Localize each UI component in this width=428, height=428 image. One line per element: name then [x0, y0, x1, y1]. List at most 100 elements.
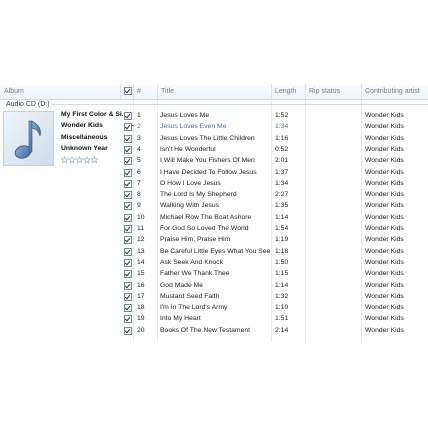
track-title: Jesus Loves Even Me [160, 123, 227, 131]
column-header-length[interactable]: Length [275, 88, 296, 95]
track-length: 1:37 [275, 168, 289, 176]
track-checkbox[interactable] [124, 270, 132, 279]
track-number: 16 [137, 281, 145, 289]
header-divider[interactable] [157, 84, 158, 99]
track-title: I Have Decided To Follow Jesus [160, 168, 257, 176]
track-artist: Wonder Kids [365, 236, 404, 244]
table-row[interactable]: 15 Father We Thank Thee 1:15 Wonder Kids [0, 268, 428, 279]
table-row[interactable]: 13 Be Careful Little Eyes What You See 1:1… [0, 246, 428, 257]
track-artist: Wonder Kids [365, 281, 404, 289]
track-checkbox[interactable] [124, 202, 132, 211]
track-checkbox[interactable] [124, 191, 132, 200]
table-row[interactable]: 14 Ask Seek And Knock 1:50 Wonder Kids [0, 257, 428, 268]
track-checkbox[interactable] [124, 168, 132, 177]
table-row[interactable]: 12 Praise Him, Praise Him 1:19 Wonder Kids [0, 234, 428, 245]
track-length: 1:16 [275, 134, 289, 142]
table-row[interactable]: 20 Books Of The New Testament 2:14 Wonder K… [0, 325, 428, 336]
group-header-audio-cd[interactable]: Audio CD (D:) [6, 101, 50, 108]
table-row[interactable]: 5 I Will Make You Fishers Of Men 2:01 Wonde… [0, 155, 428, 166]
track-artist: Wonder Kids [365, 145, 404, 153]
track-length: 1:14 [275, 281, 289, 289]
header-divider[interactable] [133, 84, 134, 99]
table-row[interactable]: 10 Michael Row The Boat Ashore 1:14 Wonder … [0, 212, 428, 223]
track-artist: Wonder Kids [365, 315, 404, 323]
track-length: 1:19 [275, 236, 289, 244]
column-header-number[interactable]: # [137, 88, 141, 95]
track-title: The Lord Is My Shepherd [160, 191, 237, 199]
table-row[interactable]: 17 Mustard Seed Faith 1:32 Wonder Kids [0, 291, 428, 302]
table-row[interactable]: 6 I Have Decided To Follow Jesus 1:37 Wonde… [0, 167, 428, 178]
track-title: Father We Thank Thee [160, 270, 230, 278]
track-title: Books Of The New Testament [160, 326, 251, 334]
table-row[interactable]: 11 For God So Loved The World 1:54 Wonder K… [0, 223, 428, 234]
track-number: 3 [137, 134, 141, 142]
track-artist: Wonder Kids [365, 213, 404, 221]
track-checkbox[interactable] [124, 315, 132, 324]
table-row[interactable]: 16 God Made Me 1:14 Wonder Kids [0, 280, 428, 291]
header-divider[interactable] [120, 84, 121, 99]
track-length: 2:14 [275, 326, 289, 334]
track-checkbox[interactable] [124, 134, 132, 143]
table-row[interactable]: 18 I'm In The Lord's Army 1:10 Wonder Kids [0, 302, 428, 313]
track-title: Walking With Jesus [160, 202, 220, 210]
track-checkbox[interactable] [124, 304, 132, 313]
table-row[interactable]: 8 The Lord Is My Shepherd 2:27 Wonder Kids [0, 189, 428, 200]
track-checkbox[interactable] [124, 247, 132, 256]
track-number: 19 [137, 315, 145, 323]
track-checkbox[interactable] [124, 145, 132, 154]
track-number: 6 [137, 168, 141, 176]
track-length: 1:52 [275, 112, 289, 119]
select-all-checkbox[interactable] [124, 87, 132, 95]
track-number: 7 [137, 179, 141, 187]
track-checkbox[interactable] [124, 281, 132, 290]
track-length: 1:14 [275, 213, 289, 221]
track-number: 4 [137, 145, 141, 153]
column-header-title[interactable]: Title [161, 88, 174, 95]
header-divider[interactable] [305, 84, 306, 99]
table-row[interactable]: 1 Jesus Loves Me 1:52 Wonder Kids [0, 110, 428, 121]
track-number: 17 [137, 292, 145, 300]
column-header-rip-status[interactable]: Rip status [309, 88, 340, 95]
track-length: 1:15 [275, 270, 289, 278]
track-artist: Wonder Kids [365, 112, 404, 119]
column-header-contributing-artist[interactable]: Contributing artist [365, 88, 420, 95]
track-length: 1:35 [275, 202, 289, 210]
track-number: 14 [137, 258, 145, 266]
track-title: For God So Loved The World [160, 225, 249, 232]
table-row[interactable]: 7 O How I Love Jesus 1:34 Wonder Kids [0, 178, 428, 189]
table-row[interactable]: 3 Jesus Loves The Little Children 1:16 Wond… [0, 133, 428, 144]
track-title: God Made Me [160, 281, 204, 289]
track-title: Praise Him, Praise Him [160, 236, 231, 244]
table-row[interactable]: 19 Into My Heart 1:51 Wonder Kids [0, 313, 428, 324]
track-title: Isn't He Wonderful [160, 145, 216, 153]
track-length: 1:51 [275, 315, 289, 323]
track-checkbox[interactable] [124, 179, 132, 188]
track-title: I Will Make You Fishers Of Men [160, 157, 255, 165]
header-divider[interactable] [361, 84, 362, 99]
track-checkbox[interactable] [124, 213, 132, 222]
track-length: 1:10 [275, 304, 289, 312]
track-checkbox[interactable] [124, 326, 132, 335]
track-title: Ask Seek And Knock [160, 258, 224, 266]
table-row[interactable]: 9 Walking With Jesus 1:35 Wonder Kids [0, 200, 428, 211]
column-header-album[interactable]: Album [4, 88, 24, 95]
track-checkbox[interactable] [124, 236, 132, 245]
track-artist: Wonder Kids [365, 168, 404, 176]
track-length: 1:18 [275, 247, 289, 255]
table-row[interactable]: 4 Isn't He Wonderful 0:52 Wonder Kids [0, 144, 428, 155]
track-checkbox[interactable] [124, 157, 132, 166]
track-number: 1 [137, 112, 141, 119]
header-divider[interactable] [271, 84, 272, 99]
track-artist: Wonder Kids [365, 304, 404, 312]
track-title: Jesus Loves The Little Children [160, 134, 255, 142]
track-number: 13 [137, 247, 145, 255]
track-artist: Wonder Kids [365, 123, 404, 131]
track-checkbox[interactable] [124, 112, 132, 120]
track-checkbox[interactable] [124, 292, 132, 301]
track-checkbox[interactable] [124, 258, 132, 267]
table-row[interactable]: ▸ 2 Jesus Loves Even Me 1:34 Wonder Kids [0, 121, 428, 132]
track-checkbox[interactable] [124, 225, 132, 233]
track-title: Jesus Loves Me [160, 112, 210, 119]
track-title: Be Careful Little Eyes What You See [160, 247, 271, 255]
track-number: 10 [137, 213, 145, 221]
